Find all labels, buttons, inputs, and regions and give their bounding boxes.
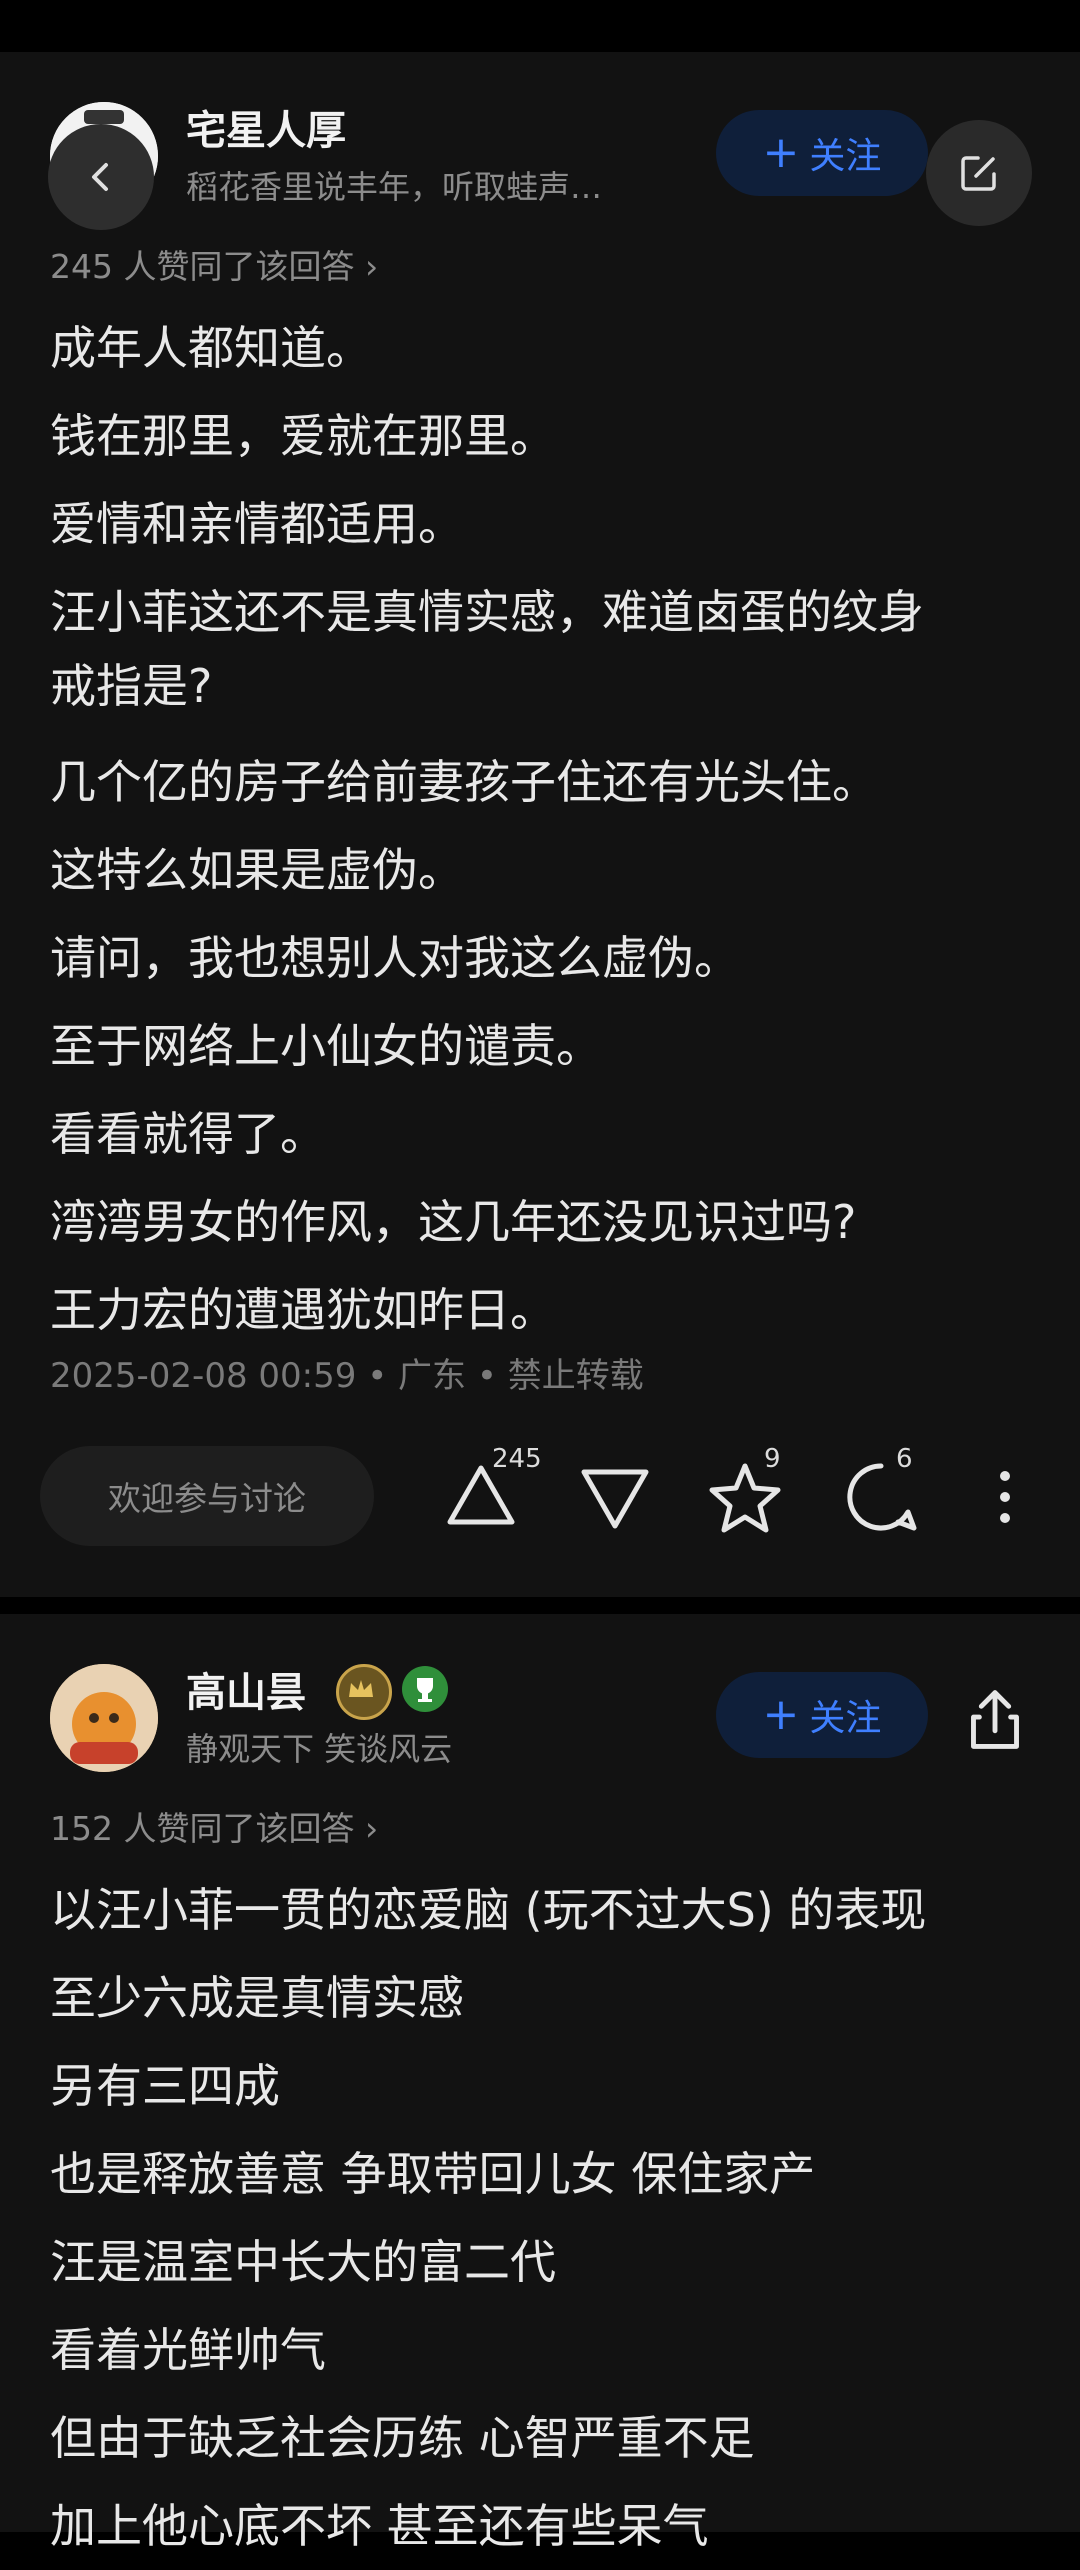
answer-line: 爱情和亲情都适用。 — [50, 497, 464, 551]
comment-count: 6 — [896, 1444, 913, 1474]
more-icon — [1000, 1471, 1010, 1523]
post-meta: 2025-02-08 00:59 • 广东 • 禁止转载 — [50, 1356, 644, 1396]
follow-button[interactable]: + 关注 — [716, 1672, 928, 1758]
crown-badge-icon — [336, 1664, 392, 1720]
back-button[interactable] — [48, 124, 154, 230]
answer-line: 看看就得了。 — [50, 1107, 326, 1161]
share-icon — [971, 1690, 1019, 1749]
answer-line: 几个亿的房子给前妻孩子住还有光头住。 — [50, 755, 878, 809]
author-name[interactable]: 高山昙 — [186, 1660, 306, 1718]
likes-summary[interactable]: 245 人赞同了该回答 › — [50, 240, 378, 288]
answer-line: 汪是温室中长大的富二代 — [50, 2235, 556, 2289]
answer-line: 钱在那里，爱就在那里。 — [50, 409, 556, 463]
edit-button[interactable] — [926, 120, 1032, 226]
answer-line: 湾湾男女的作风，这几年还没见识过吗? — [50, 1195, 857, 1249]
answer-line: 至少六成是真情实感 — [50, 1971, 464, 2025]
answer-line: 另有三四成 — [50, 2059, 280, 2113]
edit-icon — [961, 156, 996, 191]
follow-button[interactable]: + 关注 — [716, 110, 928, 196]
answer-line: 成年人都知道。 — [50, 321, 372, 375]
answer-line: 王力宏的遭遇犹如昨日。 — [50, 1283, 556, 1337]
favorite-count: 9 — [764, 1444, 781, 1474]
likes-summary[interactable]: 152 人赞同了该回答 › — [50, 1802, 378, 1850]
follow-label: 关注 — [809, 1698, 882, 1739]
author-bio: 静观天下 笑谈风云 — [186, 1730, 453, 1768]
author-avatar[interactable] — [50, 1664, 158, 1772]
share-button[interactable] — [950, 1676, 1042, 1768]
answer-body: 以汪小菲一贯的恋爱脑 (玩不过大S) 的表现 至少六成是真情实感 另有三四成 也… — [50, 1866, 1040, 2570]
plus-icon: + — [762, 1689, 800, 1740]
answer-line: 看着光鲜帅气 — [50, 2323, 326, 2377]
answer-line: 这特么如果是虚伪。 — [50, 843, 464, 897]
downvote-button[interactable] — [570, 1452, 660, 1542]
top-separator — [0, 0, 1080, 52]
discussion-input[interactable]: 欢迎参与讨论 — [40, 1446, 374, 1546]
plus-icon: + — [762, 127, 800, 178]
answer-card: 高山昙 静观天下 笑谈风云 + 关注 152 人赞同了该回答 › 以汪小菲一贯的… — [0, 1614, 1080, 2553]
answer-card: 宅星人厚 稻花香里说丰年，听取蛙声… + 关注 245 人赞同了该回答 › 成年… — [0, 52, 1080, 1597]
back-icon — [92, 163, 108, 191]
answer-line: 加上他心底不坏 甚至还有些呆气 — [50, 2499, 709, 2553]
answer-body: 成年人都知道。 钱在那里，爱就在那里。 爱情和亲情都适用。 汪小菲这还不是真情实… — [50, 304, 1040, 1354]
upvote-count: 245 — [492, 1444, 542, 1474]
author-name[interactable]: 宅星人厚 — [186, 98, 346, 156]
downvote-icon — [581, 1469, 649, 1529]
answer-line: 请问，我也想别人对我这么虚伪。 — [50, 931, 740, 985]
follow-label: 关注 — [809, 136, 882, 177]
answer-line: 至于网络上小仙女的谴责。 — [50, 1019, 602, 1073]
answer-line: 但由于缺乏社会历练 心智严重不足 — [50, 2411, 755, 2465]
author-bio: 稻花香里说丰年，听取蛙声… — [186, 168, 603, 206]
answer-line: 也是释放善意 争取带回儿女 保住家产 — [50, 2147, 816, 2201]
trophy-badge-icon — [402, 1666, 448, 1712]
more-button[interactable] — [960, 1452, 1020, 1542]
answer-line: 以汪小菲一贯的恋爱脑 (玩不过大S) 的表现 — [50, 1883, 927, 1937]
